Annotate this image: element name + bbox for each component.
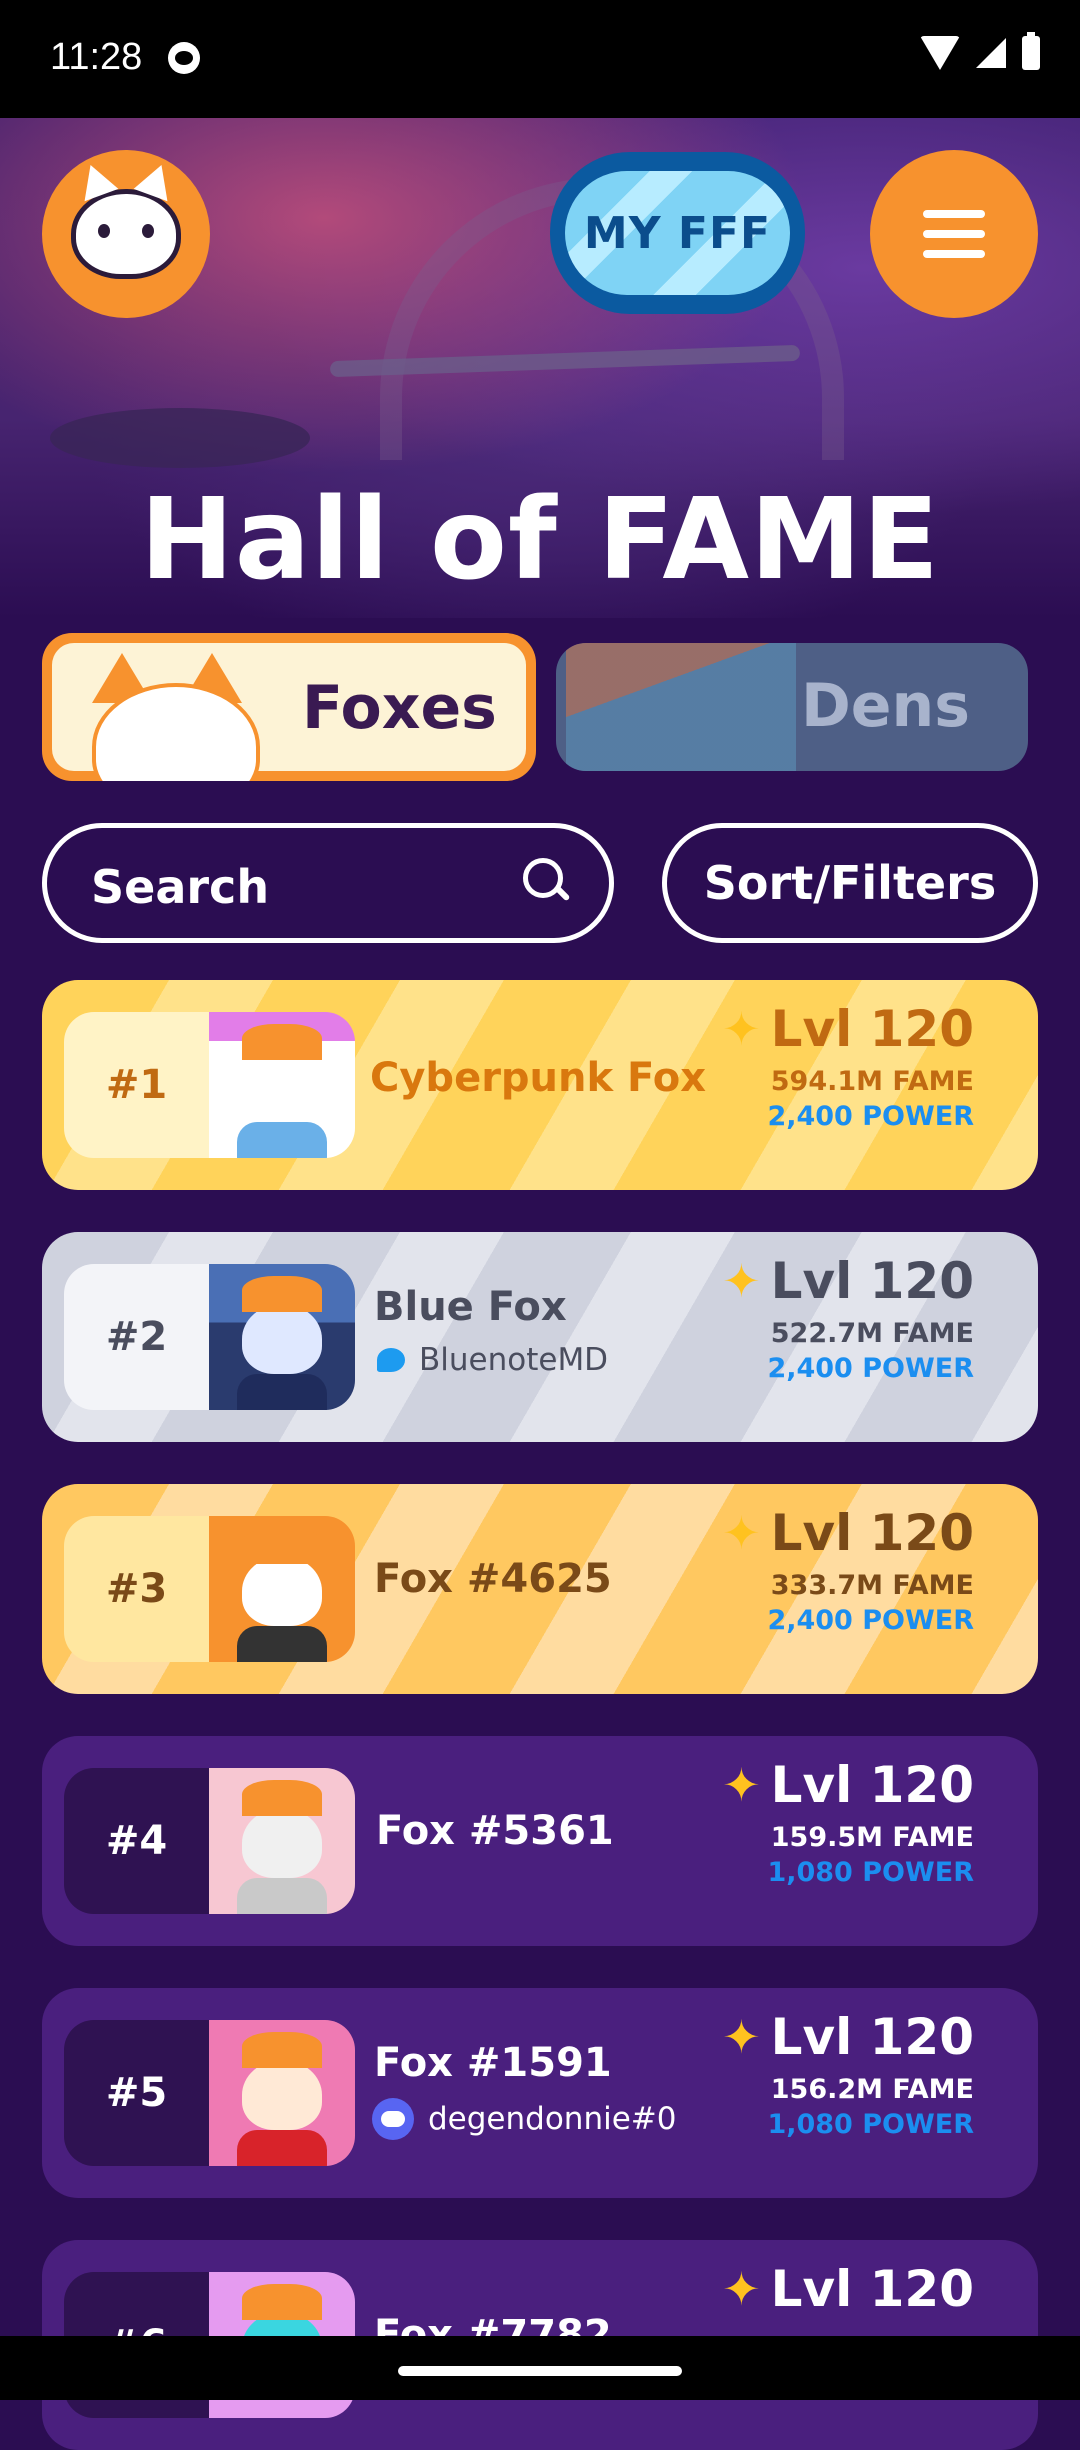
fox-name: Blue Fox: [374, 1284, 567, 1330]
den-tab-art: [566, 643, 796, 771]
fox-avatar: [209, 1516, 355, 1662]
rank-label: #3: [64, 1516, 209, 1662]
wifi-icon: [920, 36, 960, 70]
status-icons: [920, 32, 1040, 70]
fox-logo-icon: [71, 189, 181, 279]
status-time: 11:28: [50, 36, 143, 78]
rank-label: #2: [64, 1264, 209, 1410]
sparkle-icon: ✦: [722, 1254, 761, 1308]
sparkle-icon: ✦: [722, 1758, 761, 1812]
tab-dens[interactable]: Dens: [556, 643, 1028, 771]
sparkle-icon: ✦: [722, 2262, 761, 2316]
fox-owner: BluenoteMD: [377, 1342, 608, 1378]
search-placeholder: Search: [91, 860, 270, 914]
fox-avatar: [209, 1012, 355, 1158]
fox-name: Fox #4625: [374, 1556, 612, 1602]
page-title: Hall of FAME: [139, 475, 941, 605]
discord-icon: [372, 2098, 414, 2140]
fame-value: 333.7M FAME: [770, 1570, 974, 1601]
my-fff-label: MY FFF: [565, 171, 790, 295]
rank-label: #5: [64, 2020, 209, 2166]
hamburger-icon: [923, 210, 985, 218]
tab-foxes[interactable]: Foxes: [42, 633, 536, 781]
leaderboard-row[interactable]: #1 Cyberpunk Fox ✦ Lvl 120 594.1M FAME 2,…: [42, 980, 1038, 1190]
fox-stats: ✦ Lvl 120 156.2M FAME 1,080 POWER: [722, 2008, 974, 2140]
power-value: 1,080 POWER: [767, 2109, 974, 2140]
leaderboard-row[interactable]: #5 Fox #1591 degendonnie#0 ✦ Lvl 120 156.…: [42, 1988, 1038, 2198]
power-value: 2,400 POWER: [767, 1353, 974, 1384]
battery-icon: [1022, 32, 1040, 70]
fox-name: Fox #5361: [376, 1808, 614, 1854]
fox-stats: ✦ Lvl 120 522.7M FAME 2,400 POWER: [722, 1252, 974, 1384]
power-value: 2,400 POWER: [767, 1101, 974, 1132]
sparkle-icon: ✦: [722, 2010, 761, 2064]
sparkle-icon: ✦: [722, 1506, 761, 1560]
rank-label: #1: [64, 1012, 209, 1158]
level-label: Lvl 120: [770, 2260, 974, 2318]
search-icon[interactable]: [523, 858, 571, 902]
fox-stats: ✦ Lvl 120: [722, 2260, 974, 2318]
fox-tab-art: [72, 653, 262, 781]
fame-value: 156.2M FAME: [770, 2074, 974, 2105]
level-label: Lvl 120: [770, 1756, 974, 1814]
fox-name: Fox #1591: [374, 2040, 612, 2086]
sort-filters-button[interactable]: Sort/Filters: [662, 823, 1038, 943]
fox-avatar: [209, 1264, 355, 1410]
home-indicator[interactable]: [398, 2366, 682, 2376]
fox-owner: degendonnie#0: [372, 2098, 676, 2140]
fame-value: 159.5M FAME: [770, 1822, 974, 1853]
menu-button[interactable]: [870, 150, 1038, 318]
search-input[interactable]: Search: [42, 823, 614, 943]
tab-dens-label: Dens: [801, 671, 970, 741]
tab-foxes-label: Foxes: [302, 673, 497, 743]
leaderboard-row[interactable]: #3 Fox #4625 ✦ Lvl 120 333.7M FAME 2,400 …: [42, 1484, 1038, 1694]
power-value: 1,080 POWER: [767, 1857, 974, 1888]
status-bar: 11:28: [0, 0, 1080, 118]
signal-icon: [976, 38, 1006, 68]
level-label: Lvl 120: [770, 1504, 974, 1562]
leaderboard-row[interactable]: #4 Fox #5361 ✦ Lvl 120 159.5M FAME 1,080 …: [42, 1736, 1038, 1946]
leaderboard-row[interactable]: #2 Blue Fox BluenoteMD ✦ Lvl 120 522.7M F…: [42, 1232, 1038, 1442]
fame-value: 522.7M FAME: [770, 1318, 974, 1349]
sparkle-icon: ✦: [722, 1002, 761, 1056]
my-fff-button[interactable]: MY FFF: [550, 152, 805, 314]
twitter-icon: [377, 1348, 405, 1372]
fox-stats: ✦ Lvl 120 594.1M FAME 2,400 POWER: [722, 1000, 974, 1132]
level-label: Lvl 120: [770, 1252, 974, 1310]
fox-avatar: [209, 1768, 355, 1914]
notification-icon: [168, 42, 200, 74]
level-label: Lvl 120: [770, 1000, 974, 1058]
hero-art-pedestal: [50, 408, 310, 468]
fox-avatar: [209, 2020, 355, 2166]
fox-name: Cyberpunk Fox: [370, 1055, 707, 1101]
owner-handle[interactable]: BluenoteMD: [419, 1342, 608, 1378]
fox-stats: ✦ Lvl 120 333.7M FAME 2,400 POWER: [722, 1504, 974, 1636]
owner-handle[interactable]: degendonnie#0: [428, 2101, 676, 2137]
power-value: 2,400 POWER: [767, 1605, 974, 1636]
fame-value: 594.1M FAME: [770, 1066, 974, 1097]
fox-logo-button[interactable]: [42, 150, 210, 318]
level-label: Lvl 120: [770, 2008, 974, 2066]
rank-label: #4: [64, 1768, 209, 1914]
fox-stats: ✦ Lvl 120 159.5M FAME 1,080 POWER: [722, 1756, 974, 1888]
